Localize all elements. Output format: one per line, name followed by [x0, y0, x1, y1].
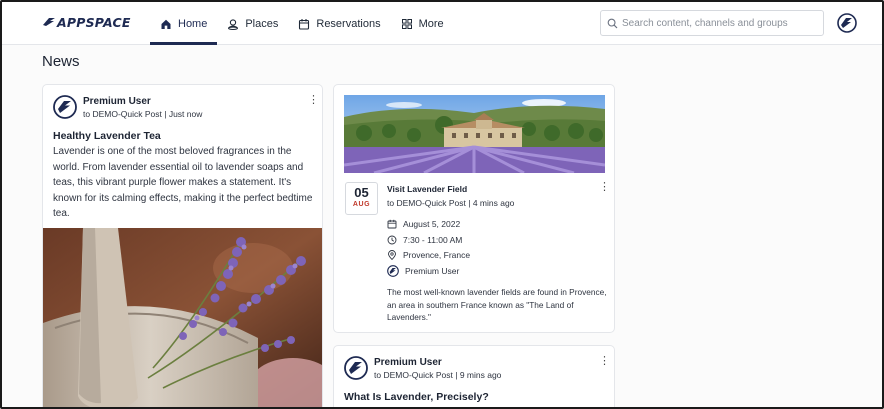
event-location-row: Provence, France [387, 250, 470, 260]
calendar-icon [299, 18, 310, 30]
event-location: Provence, France [403, 250, 471, 260]
post-author[interactable]: Premium User [83, 96, 151, 107]
event-organizer[interactable]: Premium User [405, 266, 459, 276]
event-month: AUG [352, 201, 371, 208]
search-box[interactable] [600, 10, 824, 36]
user-avatar-button[interactable] [837, 13, 857, 38]
home-icon [161, 19, 171, 29]
places-icon [228, 18, 239, 30]
nav-label-places: Places [245, 17, 279, 30]
post-author[interactable]: Premium User [374, 357, 442, 368]
post-meta: to DEMO-Quick Post | 9 mins ago [374, 370, 502, 380]
lavender-field-image[interactable] [344, 95, 605, 173]
logo-mark-icon [43, 18, 55, 26]
app-window: APPSPACE Home Places Reservations More S… [0, 0, 884, 409]
nav-item-more[interactable]: More [391, 2, 454, 45]
event-organizer-row: Premium User [387, 265, 459, 277]
post-time: Just now [168, 109, 203, 119]
event-card[interactable]: 05 AUG Visit Lavender Field to DEMO-Quic… [333, 84, 615, 333]
post-channel[interactable]: to DEMO-Quick Post [374, 370, 453, 380]
nav-item-places[interactable]: Places [217, 2, 288, 45]
event-options-icon[interactable]: ⋮ [599, 182, 610, 193]
calendar-icon [387, 219, 397, 229]
post-card[interactable]: Premium User to DEMO-Quick Post | Just n… [42, 84, 323, 407]
post-body: Lavender is one of the most beloved frag… [53, 146, 313, 219]
post-channel[interactable]: to DEMO-Quick Post [83, 109, 162, 119]
post-time: 9 mins ago [459, 370, 502, 380]
post-card[interactable]: Premium User to DEMO-Quick Post | 9 mins… [333, 345, 615, 407]
event-meta: to DEMO-Quick Post | 4 mins ago [387, 198, 515, 208]
nav-label-home: Home [178, 17, 208, 30]
page-title: News [42, 53, 80, 70]
nav-item-reservations[interactable]: Reservations [288, 2, 390, 45]
event-time-row: 7:30 - 11:00 AM [387, 235, 462, 245]
search-input[interactable] [622, 17, 818, 29]
author-avatar-icon[interactable] [344, 356, 368, 380]
post-meta: to DEMO-Quick Post | Just now [83, 109, 203, 119]
event-description: The most well-known lavender fields are … [387, 287, 607, 322]
event-time-range: 7:30 - 11:00 AM [403, 235, 463, 245]
nav-item-home[interactable]: Home [150, 2, 218, 45]
organizer-avatar-icon [387, 265, 399, 277]
clock-icon [387, 235, 397, 245]
nav-label-reservations: Reservations [316, 17, 381, 30]
lavender-mortar-image[interactable] [43, 228, 322, 407]
grid-icon [401, 18, 412, 29]
post-title[interactable]: Healthy Lavender Tea [53, 130, 161, 142]
event-day: 05 [354, 185, 369, 200]
top-navigation-bar: APPSPACE Home Places Reservations More S… [2, 2, 882, 45]
post-title[interactable]: What Is Lavender, Precisely? [344, 391, 489, 403]
event-date-row: August 5, 2022 [387, 219, 460, 229]
post-options-icon[interactable]: ⋮ [308, 95, 319, 106]
event-time-ago: 4 mins ago [472, 198, 515, 208]
event-title[interactable]: Visit Lavender Field [387, 184, 467, 194]
nav-label-more: More [418, 17, 444, 30]
author-avatar-icon[interactable] [53, 95, 77, 119]
user-avatar-icon [837, 13, 857, 33]
event-date-badge: 05 AUG [345, 182, 378, 215]
event-date: August 5, 2022 [403, 219, 461, 229]
event-channel[interactable]: to DEMO-Quick Post [387, 198, 466, 208]
logo-text: APPSPACE [57, 14, 131, 30]
search-icon [607, 18, 618, 28]
appspace-logo[interactable]: APPSPACE [42, 14, 131, 30]
location-pin-icon [388, 250, 396, 260]
main-nav: Home Places Reservations More [150, 2, 454, 45]
post-options-icon[interactable]: ⋮ [599, 356, 610, 367]
